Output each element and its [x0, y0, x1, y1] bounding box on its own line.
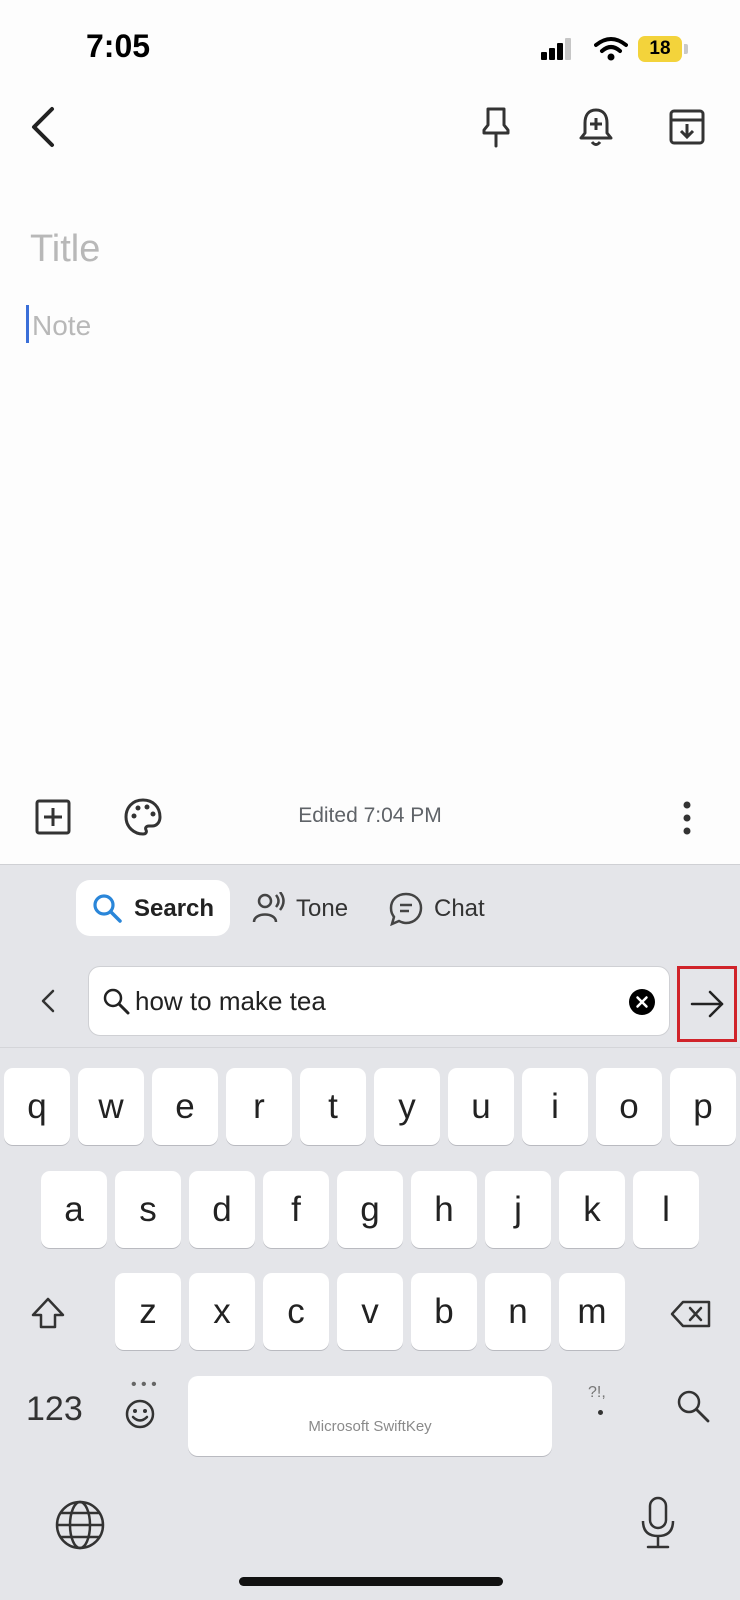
backspace-icon[interactable] — [669, 1299, 713, 1329]
search-query-text[interactable]: how to make tea — [135, 986, 326, 1017]
punctuation-key[interactable]: ?!, — [588, 1384, 606, 1402]
key-o[interactable]: o — [596, 1068, 662, 1145]
key-c[interactable]: c — [263, 1273, 329, 1350]
pin-icon[interactable] — [480, 106, 512, 148]
key-l[interactable]: l — [633, 1171, 699, 1248]
key-n[interactable]: n — [485, 1273, 551, 1350]
key-s[interactable]: s — [115, 1171, 181, 1248]
close-icon — [636, 996, 648, 1008]
key-m[interactable]: m — [559, 1273, 625, 1350]
globe-icon[interactable] — [54, 1499, 106, 1551]
key-w[interactable]: w — [78, 1068, 144, 1145]
go-search-button[interactable] — [677, 966, 737, 1042]
punctuation-dot — [598, 1410, 603, 1415]
key-u[interactable]: u — [448, 1068, 514, 1145]
arrow-right-icon — [690, 990, 724, 1018]
reminder-bell-icon[interactable] — [578, 106, 614, 148]
numbers-key[interactable]: 123 — [26, 1390, 83, 1429]
keyboard-divider — [0, 864, 740, 865]
key-p[interactable]: p — [670, 1068, 736, 1145]
chevron-left-icon[interactable] — [40, 988, 56, 1014]
key-q[interactable]: q — [4, 1068, 70, 1145]
key-z[interactable]: z — [115, 1273, 181, 1350]
key-g[interactable]: g — [337, 1171, 403, 1248]
tab-tone-label[interactable]: Tone — [296, 895, 348, 923]
key-f[interactable]: f — [263, 1171, 329, 1248]
key-a[interactable]: a — [41, 1171, 107, 1248]
space-key[interactable] — [188, 1376, 552, 1456]
title-placeholder[interactable]: Title — [30, 228, 100, 271]
wifi-icon — [594, 37, 628, 61]
space-key-label: Microsoft SwiftKey — [308, 1418, 432, 1435]
key-e[interactable]: e — [152, 1068, 218, 1145]
chat-icon[interactable] — [389, 892, 423, 926]
note-body-placeholder[interactable]: Note — [32, 310, 91, 342]
key-d[interactable]: d — [189, 1171, 255, 1248]
archive-icon[interactable] — [668, 108, 706, 146]
clear-search-button[interactable] — [629, 989, 655, 1015]
text-cursor — [26, 305, 29, 343]
keyboard-suggestion-divider — [0, 1047, 740, 1048]
key-x[interactable]: x — [189, 1273, 255, 1350]
key-h[interactable]: h — [411, 1171, 477, 1248]
emoji-icon[interactable] — [124, 1398, 156, 1430]
cellular-signal-icon — [541, 38, 571, 60]
tab-search-label: Search — [134, 895, 215, 922]
key-t[interactable]: t — [300, 1068, 366, 1145]
key-v[interactable]: v — [337, 1273, 403, 1350]
home-indicator — [239, 1577, 503, 1586]
key-r[interactable]: r — [226, 1068, 292, 1145]
status-time: 7:05 — [86, 28, 151, 64]
key-b[interactable]: b — [411, 1273, 477, 1350]
emoji-dots: • • • — [131, 1376, 157, 1393]
key-k[interactable]: k — [559, 1171, 625, 1248]
edited-timestamp: Edited 7:04 PM — [298, 804, 442, 827]
more-options-icon[interactable] — [680, 800, 694, 836]
key-y[interactable]: y — [374, 1068, 440, 1145]
key-i[interactable]: i — [522, 1068, 588, 1145]
tone-icon[interactable] — [252, 892, 286, 924]
battery-tip — [684, 44, 688, 54]
tab-chat-label[interactable]: Chat — [434, 895, 485, 923]
microphone-icon[interactable] — [640, 1495, 676, 1551]
search-icon — [93, 894, 122, 923]
shift-icon[interactable] — [30, 1296, 66, 1330]
battery-indicator: 18 — [638, 36, 682, 62]
search-field-icon — [103, 988, 130, 1015]
key-j[interactable]: j — [485, 1171, 551, 1248]
keyboard-search-icon[interactable] — [676, 1389, 710, 1423]
back-arrow-icon[interactable] — [28, 105, 58, 149]
